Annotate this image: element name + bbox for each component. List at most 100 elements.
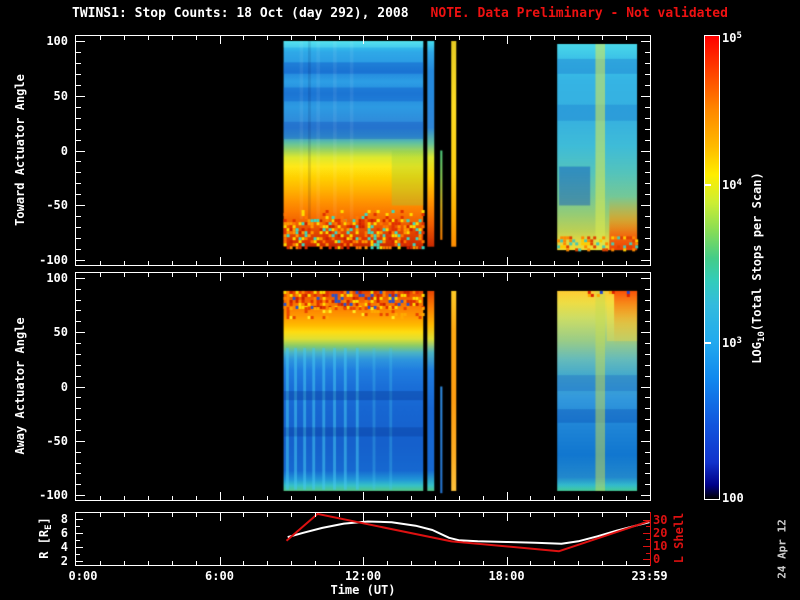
tick-mark — [482, 513, 484, 517]
tick-mark — [219, 557, 221, 565]
tick-mark — [76, 117, 81, 119]
colorbar-tick-label: 104 — [722, 178, 742, 192]
tick-mark — [578, 273, 580, 277]
tick-mark — [76, 321, 81, 323]
tick-mark — [645, 73, 650, 75]
tick-mark — [482, 36, 484, 40]
tick-mark — [434, 261, 436, 265]
tick-mark — [291, 273, 293, 277]
tick-mark — [645, 106, 650, 108]
tick-mark — [76, 539, 80, 541]
tick-mark — [76, 484, 81, 486]
tick-mark — [291, 496, 293, 500]
tick-mark — [363, 36, 364, 44]
tick-mark — [530, 36, 532, 40]
tick-mark — [76, 40, 85, 42]
tick-mark — [76, 277, 85, 279]
tick-mark — [147, 561, 149, 565]
tick-mark — [123, 36, 125, 40]
tick-mark — [645, 194, 650, 196]
tick-mark — [315, 261, 317, 265]
tick-mark — [646, 539, 650, 541]
tick-mark — [76, 227, 81, 229]
tick-mark — [645, 397, 650, 399]
tick-mark — [195, 496, 197, 500]
tick-mark — [641, 440, 650, 442]
tick-mark — [410, 513, 412, 517]
tick-mark — [626, 513, 628, 517]
tick-mark — [76, 561, 83, 563]
tick-mark — [554, 496, 556, 500]
tick-mark — [705, 184, 711, 186]
tick-mark — [641, 495, 650, 497]
tick-mark — [76, 419, 81, 421]
tick-mark — [76, 84, 81, 86]
tick-mark — [123, 513, 125, 517]
tick-mark — [506, 492, 508, 500]
tick-mark — [434, 496, 436, 500]
y-tick-label: -50 — [46, 433, 68, 448]
tick-mark — [76, 343, 81, 345]
tick-mark — [76, 183, 81, 185]
y-tick-label: -50 — [46, 198, 68, 213]
tick-mark — [482, 496, 484, 500]
tick-mark — [602, 496, 604, 500]
tick-mark — [171, 513, 173, 517]
y-tick-label: 50 — [53, 88, 68, 103]
tick-mark — [645, 484, 650, 486]
tick-mark — [641, 332, 650, 334]
tick-mark — [641, 150, 650, 152]
tick-mark — [291, 261, 293, 265]
tick-mark — [76, 532, 83, 534]
tick-mark — [76, 172, 81, 174]
tick-mark — [458, 36, 460, 40]
tick-mark — [291, 513, 293, 517]
cbar-label-sub: 10 — [757, 331, 767, 343]
tick-mark — [171, 273, 173, 277]
tick-mark — [645, 238, 650, 240]
lshell-tick-label: 20 — [653, 525, 668, 540]
tick-mark — [410, 561, 412, 565]
tick-mark — [76, 194, 81, 196]
tick-mark — [386, 561, 388, 565]
tick-mark — [76, 546, 83, 548]
tick-mark — [645, 343, 650, 345]
tick-mark — [291, 36, 293, 40]
tick-mark — [554, 36, 556, 40]
y-tick-label: 0 — [60, 379, 68, 394]
tick-mark — [578, 496, 580, 500]
time-axis-label: Time (UT) — [330, 583, 396, 597]
tick-mark — [645, 408, 650, 410]
tick-mark — [626, 36, 628, 40]
tick-mark — [650, 512, 651, 566]
lshell-tick-label: 30 — [653, 512, 668, 527]
tick-mark — [147, 36, 149, 40]
tick-mark — [267, 496, 269, 500]
tick-mark — [267, 36, 269, 40]
tick-mark — [554, 261, 556, 265]
tick-mark — [76, 288, 81, 290]
tick-mark — [626, 273, 628, 277]
tick-mark — [554, 273, 556, 277]
tick-mark — [76, 554, 80, 556]
tick-mark — [171, 561, 173, 565]
tick-mark — [76, 249, 81, 251]
tick-mark — [219, 513, 221, 521]
tick-mark — [243, 513, 245, 517]
tick-mark — [458, 496, 460, 500]
l-shell-line — [285, 513, 650, 553]
tick-mark — [643, 559, 650, 561]
tick-mark — [76, 525, 80, 527]
y-tick-label: 100 — [46, 270, 68, 285]
r-re-line — [287, 520, 650, 545]
tick-mark — [339, 36, 341, 40]
colorbar-tick-base: 10 — [722, 336, 737, 351]
tick-mark — [76, 397, 81, 399]
tick-mark — [641, 95, 650, 97]
tick-mark — [530, 561, 532, 565]
colorbar-tick-base: 10 — [722, 178, 737, 192]
tick-mark — [645, 227, 650, 229]
tick-mark — [76, 216, 81, 218]
tick-mark — [219, 273, 221, 281]
tick-mark — [530, 273, 532, 277]
